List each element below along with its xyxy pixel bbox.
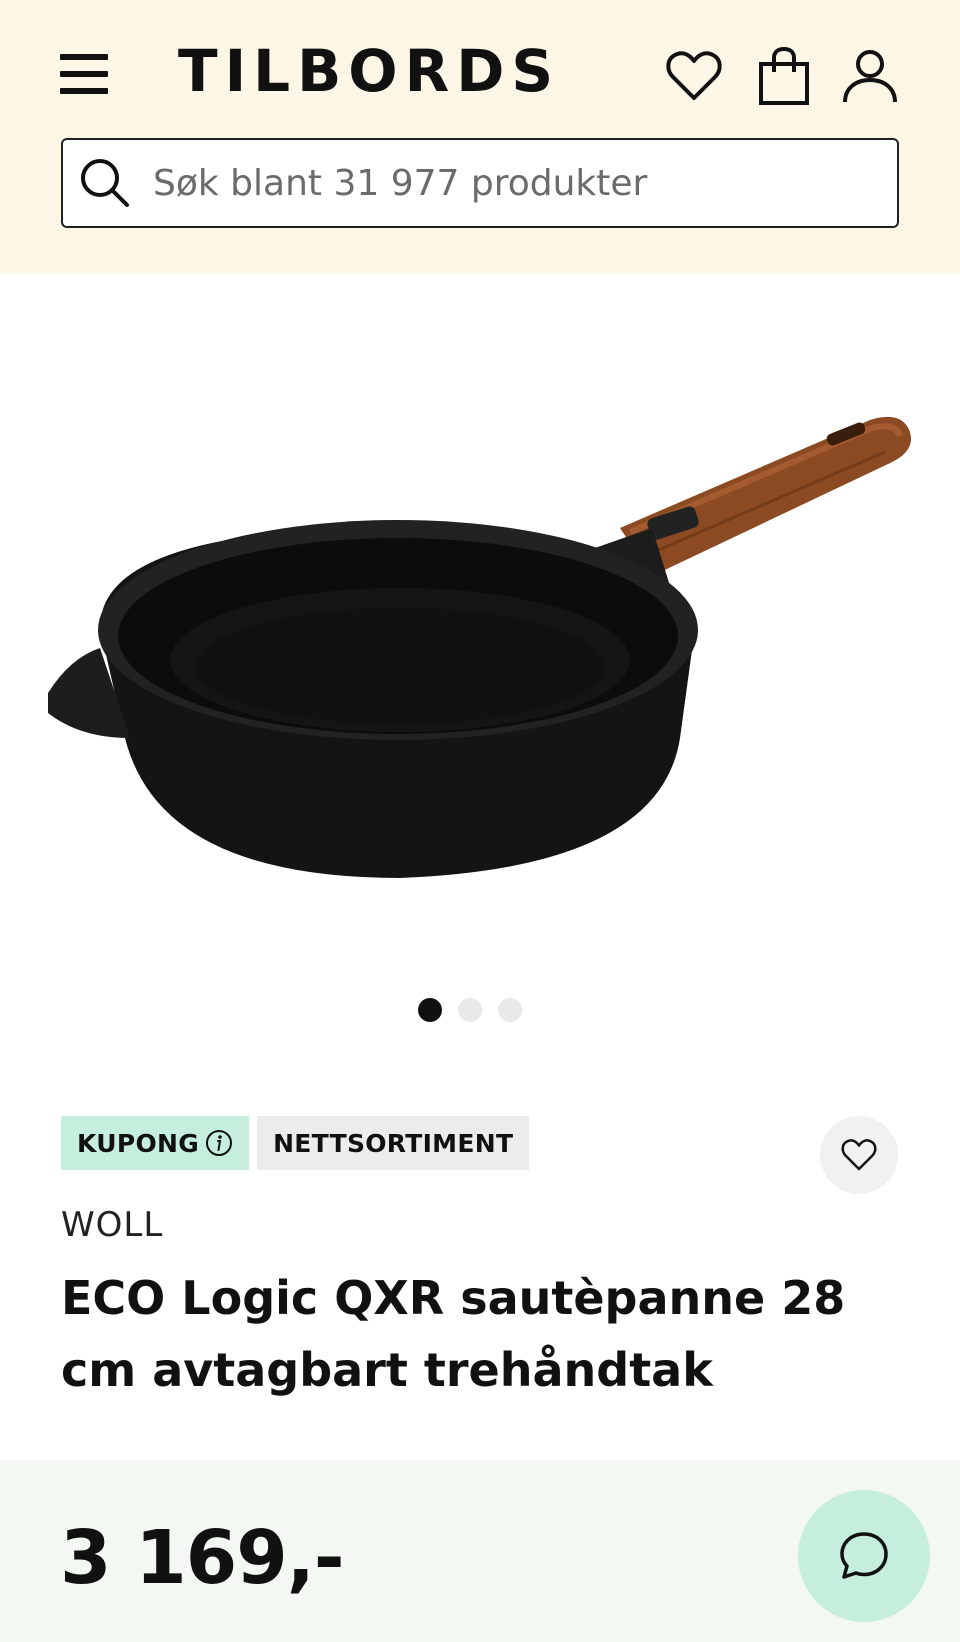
site-logo[interactable]: TILBORDS (178, 36, 560, 106)
coupon-badge[interactable]: KUPONG (61, 1116, 250, 1170)
account-button[interactable] (838, 44, 902, 108)
product-brand[interactable]: WOLL (61, 1205, 163, 1245)
web-assortment-badge: NETTSORTIMENT (257, 1116, 530, 1170)
menu-icon-line (60, 71, 108, 77)
search-icon (81, 159, 129, 207)
price-bar: 3 169,- (0, 1460, 960, 1642)
search-input[interactable] (153, 162, 853, 204)
wishlist-button[interactable] (662, 44, 726, 108)
site-header: TILBORDS (0, 0, 960, 273)
menu-icon-line (60, 88, 108, 94)
coupon-badge-label: KUPONG (77, 1128, 200, 1158)
product-gallery[interactable] (0, 273, 960, 1053)
shopping-bag-icon (759, 46, 809, 105)
heart-icon (666, 51, 722, 100)
menu-icon-line (60, 54, 108, 60)
carousel-dots (0, 998, 960, 1022)
menu-button[interactable] (56, 48, 112, 100)
cart-button[interactable] (752, 44, 816, 108)
add-to-favorites-button[interactable] (820, 1116, 898, 1194)
chat-bubble-icon (840, 1532, 888, 1579)
heart-icon (841, 1139, 877, 1171)
chat-button[interactable] (798, 1490, 930, 1622)
info-icon[interactable] (205, 1129, 233, 1157)
user-icon (843, 50, 897, 103)
product-title: ECO Logic QXR sautèpanne 28 cm avtagbart… (61, 1271, 846, 1397)
carousel-dot[interactable] (458, 998, 482, 1022)
product-badges: KUPONG NETTSORTIMENT (61, 1116, 530, 1170)
product-image[interactable] (40, 408, 920, 908)
search-bar[interactable] (61, 138, 899, 228)
product-price: 3 169,- (60, 1515, 345, 1601)
carousel-dot[interactable] (418, 998, 442, 1022)
carousel-dot[interactable] (498, 998, 522, 1022)
